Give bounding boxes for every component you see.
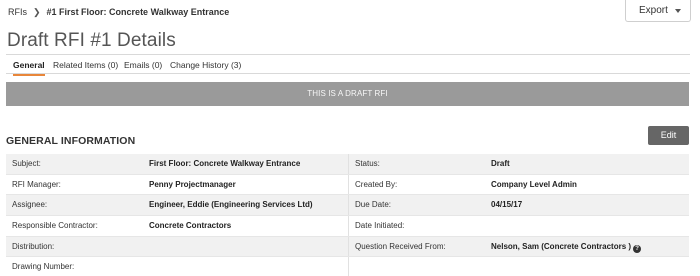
edit-button[interactable]: Edit bbox=[648, 126, 689, 145]
page-title: Draft RFI #1 Details bbox=[7, 30, 176, 51]
info-row-drawing-number: Drawing Number: bbox=[6, 257, 689, 276]
chevron-right-icon: ❯ bbox=[33, 6, 41, 17]
help-icon[interactable]: ? bbox=[633, 244, 642, 253]
responsible-contractor-value: Concrete Contractors bbox=[149, 221, 232, 231]
question-received-from-value: Nelson, Sam (Concrete Contractors ) bbox=[491, 241, 632, 251]
status-label: Status: bbox=[355, 159, 380, 168]
tab-related-items[interactable]: Related Items (0) bbox=[53, 55, 118, 75]
rfi-manager-value: Penny Projectmanager bbox=[149, 179, 236, 189]
subject-value: First Floor: Concrete Walkway Entrance bbox=[149, 159, 301, 168]
responsible-contractor-label: Responsible Contractor: bbox=[12, 221, 98, 231]
assignee-value: Engineer, Eddie (Engineering Services Lt… bbox=[149, 200, 313, 210]
column-divider bbox=[348, 257, 349, 276]
tab-bar: General Related Items (0) Emails (0) Cha… bbox=[6, 54, 690, 76]
breadcrumb-current: #1 First Floor: Concrete Walkway Entranc… bbox=[46, 7, 230, 17]
tab-emails[interactable]: Emails (0) bbox=[124, 55, 162, 75]
breadcrumb-rfis-link[interactable]: RFIs bbox=[8, 7, 27, 17]
assignee-label: Assignee: bbox=[12, 200, 48, 210]
due-date-value: 04/15/17 bbox=[491, 200, 523, 210]
due-date-label: Due Date: bbox=[355, 200, 392, 210]
column-divider bbox=[348, 154, 349, 174]
breadcrumb: RFIs ❯ #1 First Floor: Concrete Walkway … bbox=[8, 6, 229, 18]
export-button[interactable]: Export bbox=[625, 0, 691, 22]
date-initiated-label: Date Initiated: bbox=[355, 221, 405, 231]
drawing-number-label: Drawing Number: bbox=[12, 262, 75, 272]
question-received-from-label: Question Received From: bbox=[355, 241, 446, 251]
status-value: Draft bbox=[491, 159, 510, 168]
rfi-manager-label: RFI Manager: bbox=[12, 179, 61, 189]
column-divider bbox=[348, 174, 349, 195]
column-divider bbox=[348, 216, 349, 236]
question-received-from-cell: Nelson, Sam (Concrete Contractors )? bbox=[491, 237, 642, 257]
tab-general[interactable]: General bbox=[13, 55, 45, 76]
info-row-assignee: Assignee: Engineer, Eddie (Engineering S… bbox=[6, 195, 689, 217]
export-button-label: Export bbox=[639, 5, 668, 16]
draft-banner: THIS IS A DRAFT RFI bbox=[6, 82, 689, 106]
created-by-label: Created By: bbox=[355, 179, 398, 189]
subject-label: Subject: bbox=[12, 159, 41, 168]
caret-down-icon bbox=[675, 9, 681, 13]
tab-change-history[interactable]: Change History (3) bbox=[170, 55, 241, 75]
info-row-distribution: Distribution: Question Received From: Ne… bbox=[6, 236, 689, 258]
section-title: GENERAL INFORMATION bbox=[6, 135, 136, 147]
distribution-label: Distribution: bbox=[12, 241, 55, 251]
info-row-rfi-manager: RFI Manager: Penny Projectmanager Create… bbox=[6, 174, 689, 196]
general-info-table: Subject: First Floor: Concrete Walkway E… bbox=[6, 154, 689, 276]
column-divider bbox=[348, 195, 349, 216]
info-row-subject: Subject: First Floor: Concrete Walkway E… bbox=[6, 154, 689, 175]
info-row-responsible-contractor: Responsible Contractor: Concrete Contrac… bbox=[6, 216, 689, 237]
created-by-value: Company Level Admin bbox=[491, 179, 577, 189]
column-divider bbox=[348, 236, 349, 257]
